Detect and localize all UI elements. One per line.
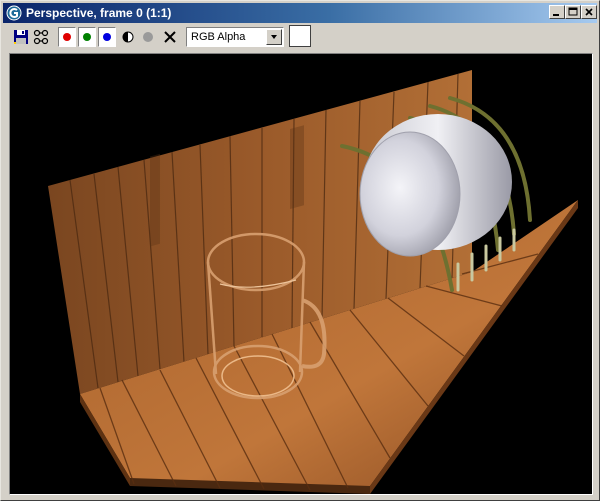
clone-button[interactable] bbox=[31, 27, 51, 47]
minimize-icon bbox=[553, 14, 559, 16]
clone-icon bbox=[33, 29, 49, 45]
chevron-down-icon bbox=[271, 35, 277, 39]
minimize-button[interactable] bbox=[549, 5, 565, 19]
close-icon bbox=[585, 8, 593, 16]
clear-button[interactable] bbox=[160, 27, 180, 47]
rendered-scene bbox=[48, 70, 578, 494]
channel-display-dropdown[interactable]: RGB Alpha bbox=[186, 27, 284, 47]
close-button[interactable] bbox=[581, 5, 597, 19]
save-button[interactable] bbox=[11, 27, 31, 47]
alpha-channel-button[interactable] bbox=[118, 27, 138, 47]
red-dot-icon bbox=[63, 33, 71, 41]
red-channel-button[interactable] bbox=[58, 27, 76, 47]
maximize-icon bbox=[568, 7, 578, 16]
monochrome-icon bbox=[143, 32, 153, 42]
title-bar[interactable]: Perspective, frame 0 (1:1) bbox=[3, 3, 597, 23]
render-viewport[interactable] bbox=[9, 53, 593, 495]
window-title: Perspective, frame 0 (1:1) bbox=[26, 6, 172, 20]
background-color-swatch[interactable] bbox=[289, 25, 311, 47]
app-icon bbox=[6, 5, 22, 21]
green-dot-icon bbox=[83, 33, 91, 41]
dropdown-arrow-button[interactable] bbox=[266, 29, 282, 45]
blue-dot-icon bbox=[103, 33, 111, 41]
alpha-icon bbox=[122, 31, 134, 43]
blue-channel-button[interactable] bbox=[98, 27, 116, 47]
frame-toolbar: RGB Alpha bbox=[3, 24, 597, 50]
dropdown-value: RGB Alpha bbox=[191, 31, 246, 43]
save-icon bbox=[14, 30, 28, 44]
maximize-button[interactable] bbox=[565, 5, 581, 19]
render-frame-window: Perspective, frame 0 (1:1) RGB Alpha bbox=[0, 0, 600, 501]
green-channel-button[interactable] bbox=[78, 27, 96, 47]
monochrome-button[interactable] bbox=[138, 27, 158, 47]
clear-x-icon bbox=[164, 31, 176, 43]
